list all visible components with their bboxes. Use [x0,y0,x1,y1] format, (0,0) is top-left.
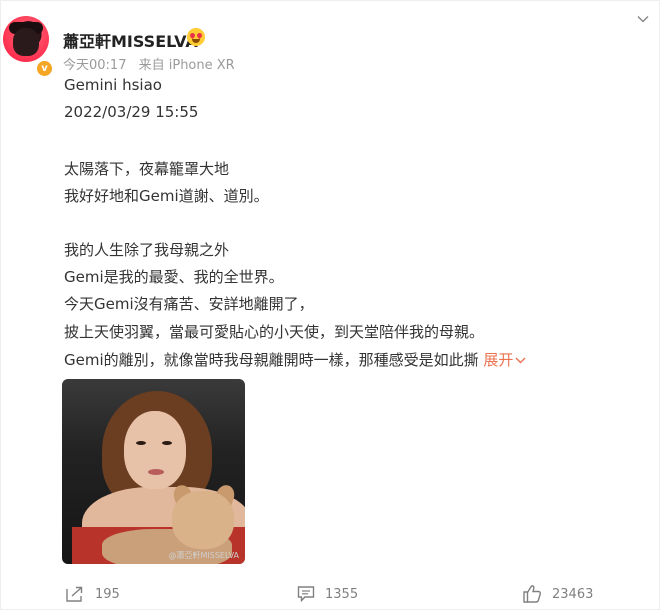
avatar-face [13,28,39,56]
comment-count: 1355 [325,586,359,602]
post-line: 今天Gemi沒有痛苦、安詳地離開了， [64,295,314,313]
chevron-down-icon [515,357,526,364]
post-line: 披上天使羽翼，當最可愛貼心的小天使，到天堂陪伴我的母親。 [64,323,485,341]
post-meta: 今天00:17 来自 iPhone XR [63,54,243,73]
emoji-icon [187,28,205,46]
comment-button[interactable]: 1355 [297,581,358,607]
post-line-last: Gemi的離別，就像當時我母親離開時一樣，那種感受是如此撕 展开 [64,349,526,370]
post-line: Gemini hsiao [64,76,162,94]
weibo-post-card: v 蕭亞軒MISSELVA 今天00:17 来自 iPhone XR Gemin… [0,0,660,610]
expand-label: 展开 [483,351,514,369]
like-count: 23463 [552,586,594,602]
verified-badge-icon: v [35,59,54,78]
post-line: 我好好地和Gemi道謝、道別。 [64,187,269,205]
post-line: 太陽落下，夜幕籠罩大地 [64,160,230,178]
photo-watermark: @蕭亞軒MISSELVA [168,551,239,560]
expand-link[interactable]: 展开 [483,351,526,369]
post-line: 我的人生除了我母親之外 [64,241,230,259]
share-count: 195 [95,586,120,602]
share-button[interactable]: 195 [65,581,120,607]
post-line: Gemi是我的最愛、我的全世界。 [64,268,284,286]
post-line: 2022/03/29 15:55 [64,103,199,121]
like-button[interactable]: 23463 [522,581,593,607]
chevron-down-icon[interactable] [637,13,649,25]
post-source: 来自 iPhone XR [138,58,235,73]
like-icon [523,585,541,603]
avatar[interactable] [3,16,49,62]
comment-icon [297,586,315,603]
post-photo[interactable]: @蕭亞軒MISSELVA [62,379,245,564]
post-line: Gemi的離別，就像當時我母親離開時一樣，那種感受是如此撕 [64,351,479,369]
share-icon [66,586,83,602]
action-bar: 195 1355 23463 [1,581,660,609]
username[interactable]: 蕭亞軒MISSELVA [63,28,198,52]
post-time[interactable]: 今天00:17 [63,58,126,73]
